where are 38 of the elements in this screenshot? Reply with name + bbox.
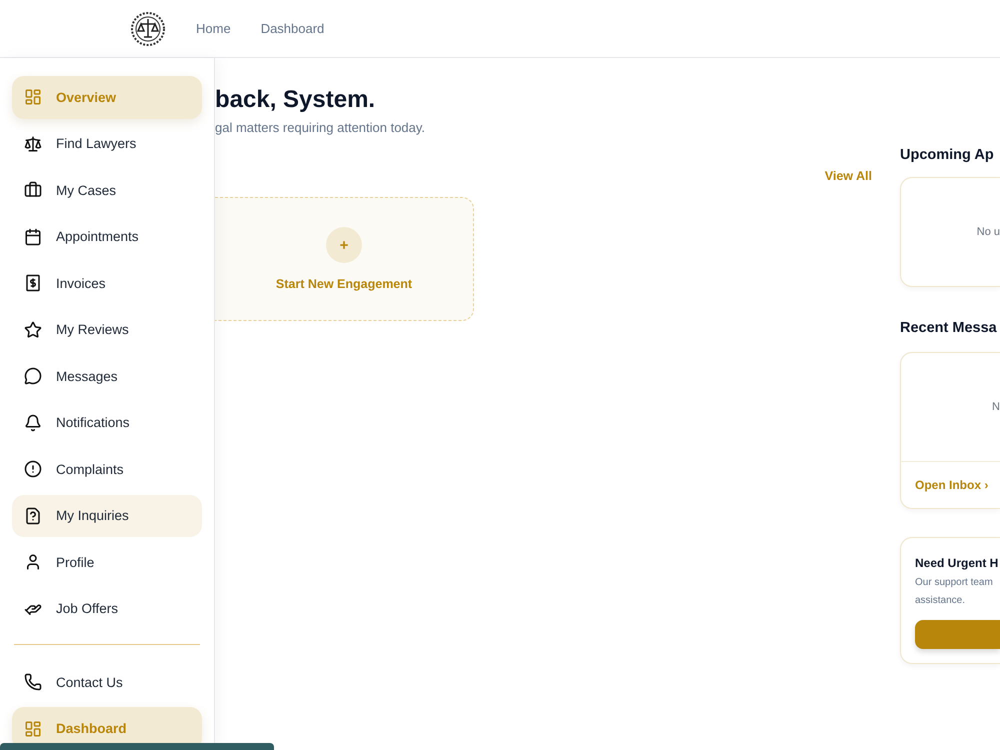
dashboard-icon (24, 88, 42, 106)
sidebar-item[interactable]: Complaints (12, 448, 202, 490)
nav-link[interactable]: Dashboard (260, 21, 324, 36)
briefcase-icon (24, 181, 42, 200)
alert-icon (24, 460, 42, 478)
user-icon (24, 553, 42, 572)
sidebar-item[interactable]: Profile (12, 541, 202, 584)
empty-message: No u (976, 226, 1000, 238)
sidebar-item[interactable]: Job Offers (12, 588, 202, 630)
star-icon (24, 320, 42, 339)
phone-icon (24, 673, 42, 692)
dollar-icon (24, 274, 42, 292)
empty-message: N (992, 401, 1000, 413)
bell-icon (24, 414, 42, 432)
sidebar-item[interactable]: Invoices (12, 262, 202, 304)
sidebar-item[interactable]: My Inquiries (12, 494, 202, 537)
sidebar-item[interactable]: Contact Us (12, 660, 202, 704)
sidebar-item[interactable]: Messages (12, 355, 202, 398)
plus-icon: + (326, 227, 362, 263)
scales-logo-icon[interactable] (130, 10, 166, 46)
section-title: Upcoming Ap (900, 147, 995, 163)
question-file-icon (24, 506, 42, 525)
chat-bubble-icon (24, 367, 42, 386)
help-title: Need Urgent H (915, 556, 1000, 570)
calendar-icon (24, 228, 42, 246)
sidebar-item[interactable]: Find Lawyers (12, 122, 202, 165)
sidebar-item[interactable]: Notifications (12, 402, 202, 444)
nav-link[interactable]: Home (196, 21, 231, 36)
dashboard-icon (24, 720, 42, 738)
new-engagement-label: Start New Engagement (276, 277, 412, 291)
welcome-heading: back, System. (215, 86, 376, 114)
welcome-subtitle: gal matters requiring attention today. (215, 120, 426, 135)
sidebar-item[interactable]: Appointments (12, 216, 202, 258)
sidebar-item[interactable]: My Cases (12, 169, 202, 212)
section-title: Recent Messa (900, 320, 998, 336)
scales-icon (24, 134, 42, 153)
sidebar-item[interactable]: My Reviews (12, 308, 202, 351)
help-text: Our support team assistance. (915, 576, 994, 608)
